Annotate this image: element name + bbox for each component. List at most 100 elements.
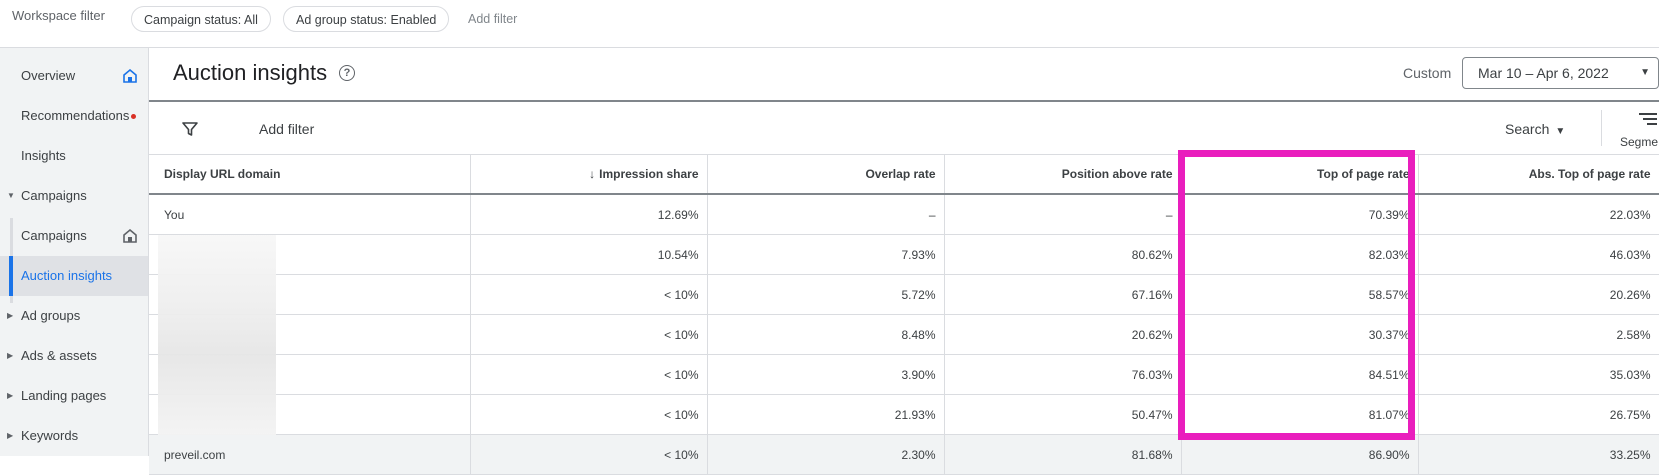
date-range-value: Mar 10 – Apr 6, 2022	[1478, 65, 1609, 81]
campaign-status-chip[interactable]: Campaign status: All	[131, 6, 271, 32]
workspace-filter-label: Workspace filter	[12, 8, 105, 23]
position-above-rate-cell: 80.62%	[944, 234, 1182, 275]
sidebar-item-label: Landing pages	[21, 388, 107, 403]
abs-top-of-page-rate-cell: 26.75%	[1418, 394, 1659, 435]
overlap-rate-cell: 21.93%	[707, 394, 945, 435]
column-header-label: Impression share	[599, 167, 699, 181]
sidebar-item-label: Auction insights	[21, 268, 113, 283]
sidebar-item-label: Ads & assets	[21, 348, 97, 363]
caret-down-icon: ▼	[7, 191, 15, 200]
main-content: Auction insights ? Custom Mar 10 – Apr 6…	[149, 48, 1659, 475]
position-above-rate-cell: 67.16%	[944, 274, 1182, 315]
segment-button-label[interactable]: Segme	[1620, 135, 1658, 149]
overlap-rate-cell: –	[707, 194, 945, 235]
table-row: < 10% 5.72% 67.16% 58.57% 20.26%	[149, 274, 1659, 315]
filter-icon[interactable]	[181, 120, 199, 138]
domain-cell: preveil.com	[149, 434, 471, 475]
sidebar-item-campaigns[interactable]: Campaigns	[0, 216, 148, 256]
column-header-overlap-rate[interactable]: Overlap rate	[707, 155, 945, 195]
active-indicator	[9, 256, 13, 296]
sidebar-item-label: Insights	[21, 148, 66, 163]
sidebar-item-insights[interactable]: Insights	[0, 136, 148, 176]
auction-insights-table: Display URL domain ↓ Impression share Ove…	[149, 155, 1659, 475]
column-header-abs-top-of-page-rate[interactable]: Abs. Top of page rate	[1418, 155, 1659, 195]
impression-share-cell: 12.69%	[470, 194, 708, 235]
abs-top-of-page-rate-cell: 33.25%	[1418, 434, 1659, 475]
home-icon	[123, 229, 137, 243]
sidebar-item-label: Overview	[21, 68, 76, 83]
impression-share-cell: < 10%	[470, 394, 708, 435]
toolbar-separator	[1601, 110, 1602, 146]
abs-top-of-page-rate-cell: 20.26%	[1418, 274, 1659, 315]
impression-share-cell: < 10%	[470, 274, 708, 315]
column-header-position-above-rate[interactable]: Position above rate	[944, 155, 1182, 195]
overlap-rate-cell: 7.93%	[707, 234, 945, 275]
sort-down-icon: ↓	[589, 167, 596, 181]
domain-cell: You	[149, 194, 471, 235]
sidebar-item-ads-assets[interactable]: ▶ Ads & assets	[0, 336, 148, 376]
sidebar-item-label: Recommendations	[21, 108, 130, 123]
position-above-rate-cell: 81.68%	[944, 434, 1182, 475]
table-filter-bar: Add filter Search ▼ Segme	[149, 102, 1659, 155]
caret-right-icon: ▶	[7, 311, 14, 320]
impression-share-cell: < 10%	[470, 314, 708, 355]
campaign-type-value: Search	[1505, 121, 1550, 137]
page-title: Auction insights	[173, 60, 328, 85]
table-row: < 10% 8.48% 20.62% 30.37% 2.58%	[149, 314, 1659, 355]
notification-dot	[131, 114, 136, 119]
impression-share-cell: 10.54%	[470, 234, 708, 275]
table-row: preveil.com < 10% 2.30% 81.68% 86.90% 33…	[149, 434, 1659, 475]
table-header-row: Display URL domain ↓ Impression share Ove…	[149, 155, 1659, 195]
campaign-type-select[interactable]: Search ▼	[1505, 121, 1565, 137]
help-icon[interactable]: ?	[339, 65, 355, 81]
position-above-rate-cell: 20.62%	[944, 314, 1182, 355]
position-above-rate-cell: 76.03%	[944, 354, 1182, 395]
sidebar-item-label: Ad groups	[21, 308, 81, 323]
sidebar-item-overview[interactable]: Overview	[0, 56, 148, 96]
overlap-rate-cell: 3.90%	[707, 354, 945, 395]
abs-top-of-page-rate-cell: 2.58%	[1418, 314, 1659, 355]
table-row: 10.54% 7.93% 80.62% 82.03% 46.03%	[149, 234, 1659, 275]
impression-share-cell: < 10%	[470, 354, 708, 395]
column-header-impression-share[interactable]: ↓ Impression share	[470, 155, 708, 195]
sidebar-group-campaigns[interactable]: ▼ Campaigns	[0, 176, 148, 216]
table-row: You 12.69% – – 70.39% 22.03%	[149, 194, 1659, 235]
caret-right-icon: ▶	[7, 351, 14, 360]
sidebar-item-ad-groups[interactable]: ▶ Ad groups	[0, 296, 148, 336]
column-header-domain[interactable]: Display URL domain	[149, 155, 471, 195]
ad-group-status-chip[interactable]: Ad group status: Enabled	[283, 6, 450, 32]
abs-top-of-page-rate-cell: 46.03%	[1418, 234, 1659, 275]
abs-top-of-page-rate-cell: 22.03%	[1418, 194, 1659, 235]
sidebar-item-landing-pages[interactable]: ▶ Landing pages	[0, 376, 148, 416]
add-workspace-filter-link[interactable]: Add filter	[468, 12, 517, 26]
redacted-domains-overlay	[158, 235, 276, 435]
segment-icon[interactable]	[1637, 112, 1659, 126]
sidebar-nav: Overview Recommendations Insights ▼ Camp…	[0, 48, 149, 456]
caret-down-icon: ▼	[1555, 126, 1566, 137]
position-above-rate-cell: 50.47%	[944, 394, 1182, 435]
add-filter-button[interactable]: Add filter	[259, 121, 314, 137]
sidebar-item-auction-insights[interactable]: Auction insights	[0, 256, 148, 296]
caret-right-icon: ▶	[7, 391, 14, 400]
date-range-picker[interactable]: Mar 10 – Apr 6, 2022 ▼	[1462, 57, 1659, 89]
position-above-rate-cell: –	[944, 194, 1182, 235]
sidebar-item-label: Keywords	[21, 428, 79, 443]
top-of-page-rate-highlight	[1178, 150, 1415, 440]
sidebar-item-keywords[interactable]: ▶ Keywords	[0, 416, 148, 456]
home-icon	[123, 69, 137, 83]
impression-share-cell: < 10%	[470, 434, 708, 475]
table-row: < 10% 3.90% 76.03% 84.51% 35.03%	[149, 354, 1659, 395]
table-row: < 10% 21.93% 50.47% 81.07% 26.75%	[149, 394, 1659, 435]
overlap-rate-cell: 5.72%	[707, 274, 945, 315]
sidebar-item-label: Campaigns	[21, 228, 87, 243]
abs-top-of-page-rate-cell: 35.03%	[1418, 354, 1659, 395]
overlap-rate-cell: 2.30%	[707, 434, 945, 475]
chevron-down-icon: ▼	[1640, 67, 1650, 78]
caret-right-icon: ▶	[7, 431, 14, 440]
top-of-page-rate-cell: 86.90%	[1181, 434, 1419, 475]
overlap-rate-cell: 8.48%	[707, 314, 945, 355]
sidebar-item-recommendations[interactable]: Recommendations	[0, 96, 148, 136]
workspace-filter-bar: Workspace filter Campaign status: All Ad…	[0, 0, 1659, 48]
date-range-type-label: Custom	[1403, 65, 1452, 81]
sidebar-item-label: Campaigns	[21, 188, 87, 203]
